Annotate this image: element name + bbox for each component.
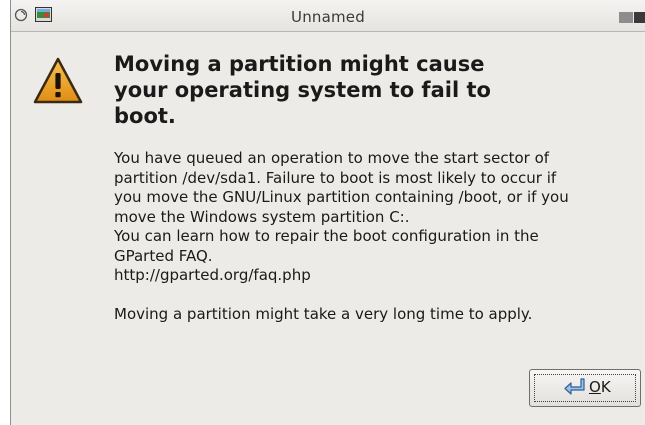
primary-line: boot.: [114, 104, 176, 128]
ok-label: OK: [589, 378, 611, 396]
dialog-window: Unnamed Moving a partition might cause y…: [10, 0, 645, 425]
window-title: Unnamed: [291, 8, 365, 26]
ok-mnemonic: O: [589, 378, 601, 396]
secondary-line: partition /dev/sda1. Failure to boot is …: [114, 168, 557, 187]
ok-label-rest: K: [600, 378, 611, 396]
secondary-line: you move the GNU/Linux partition contain…: [114, 188, 569, 206]
primary-line: your operating system to fail to: [114, 78, 491, 102]
secondary-line: Moving a partition might take a very lon…: [114, 305, 533, 323]
secondary-line: GParted FAQ.: [114, 246, 213, 265]
secondary-line: You have queued an operation to move the…: [114, 149, 550, 167]
ok-button[interactable]: OK: [529, 369, 641, 407]
minimize-button[interactable]: [619, 12, 633, 23]
window-controls[interactable]: [619, 12, 645, 23]
title-bar[interactable]: Unnamed: [11, 0, 645, 32]
primary-line: Moving a partition might cause: [114, 52, 485, 76]
warning-icon: [33, 57, 83, 104]
maximize-button[interactable]: [634, 12, 645, 23]
secondary-line: move the Windows system partition C:.: [114, 207, 410, 226]
primary-message: Moving a partition might cause your oper…: [114, 51, 534, 129]
secondary-message: You have queued an operation to move the…: [114, 149, 642, 325]
secondary-line: You can learn how to repair the boot con…: [114, 227, 539, 245]
ok-arrow-icon: [564, 378, 585, 395]
faq-url: http://gparted.org/faq.php: [114, 266, 311, 284]
